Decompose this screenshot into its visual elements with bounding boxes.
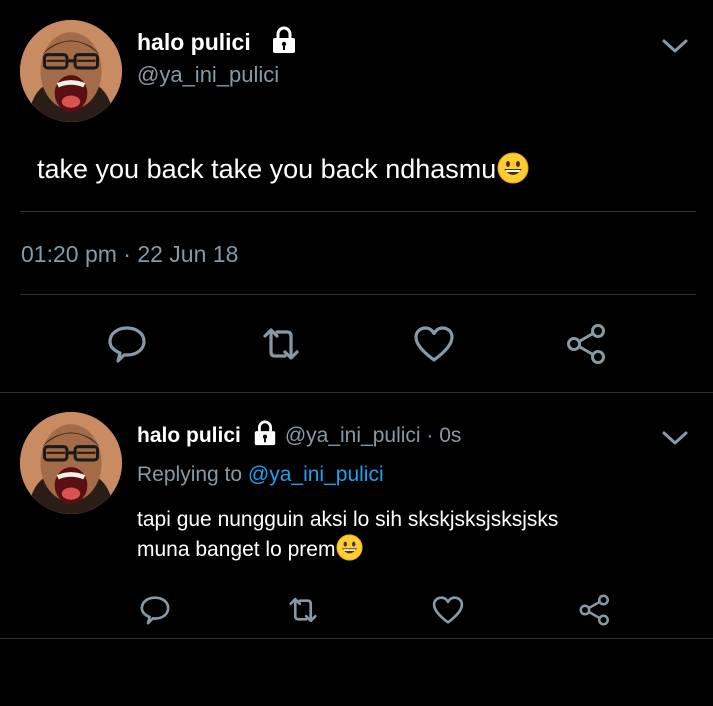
display-name[interactable]: halo pulici [137, 26, 299, 56]
grinning-face-emoji-icon [497, 152, 529, 184]
divider [20, 294, 696, 295]
main-tweet: halo pulici @ya_ini_pulici take you back… [0, 0, 713, 393]
divider [0, 638, 713, 639]
divider [20, 211, 696, 212]
heart-icon[interactable] [431, 593, 465, 627]
comment-icon[interactable] [138, 593, 172, 627]
tweet-time-ago: 0s [439, 424, 462, 447]
tweet-timestamp[interactable]: 01:20 pm · 22 Jun 18 [21, 241, 238, 268]
reply-header: halo pulici @ya_ini_pulici · 0s [137, 420, 461, 448]
share-icon[interactable] [565, 322, 609, 366]
tweet-text: take you back take you back ndhasmu [37, 152, 529, 185]
mention-link[interactable]: @ya_ini_pulici [248, 463, 384, 486]
replying-label: Replying to [137, 463, 248, 486]
tweet-text-line: muna banget lo prem [137, 538, 336, 561]
avatar-image [20, 20, 122, 122]
tweet-detail-view: halo pulici @ya_ini_pulici take you back… [0, 0, 713, 706]
tweet-text: tapi gue nungguin aksi lo sih skskjsksjs… [137, 505, 697, 564]
heart-icon[interactable] [412, 322, 456, 366]
tweet-text-content: take you back take you back ndhasmu [37, 154, 497, 184]
avatar-image [20, 412, 122, 514]
grinning-face-emoji-icon [336, 534, 364, 561]
lock-icon [273, 26, 296, 53]
retweet-icon[interactable] [259, 322, 303, 366]
handle[interactable]: @ya_ini_pulici [137, 62, 279, 88]
lock-icon [254, 420, 276, 446]
share-icon[interactable] [578, 593, 612, 627]
display-name-text: halo pulici [137, 29, 251, 55]
avatar[interactable] [20, 20, 122, 122]
comment-icon[interactable] [105, 322, 149, 366]
chevron-down-icon[interactable] [660, 427, 690, 449]
retweet-icon[interactable] [286, 593, 320, 627]
tweet-text-line-2: muna banget lo prem [137, 534, 697, 564]
handle[interactable]: @ya_ini_pulici [285, 424, 421, 447]
avatar[interactable] [20, 412, 122, 514]
separator: · [420, 424, 440, 447]
replying-to: Replying to @ya_ini_pulici [137, 463, 384, 487]
chevron-down-icon[interactable] [660, 35, 690, 57]
tweet-text-line: tapi gue nungguin aksi lo sih skskjsksjs… [137, 508, 559, 531]
divider [0, 392, 713, 393]
display-name[interactable]: halo pulici [137, 424, 241, 447]
